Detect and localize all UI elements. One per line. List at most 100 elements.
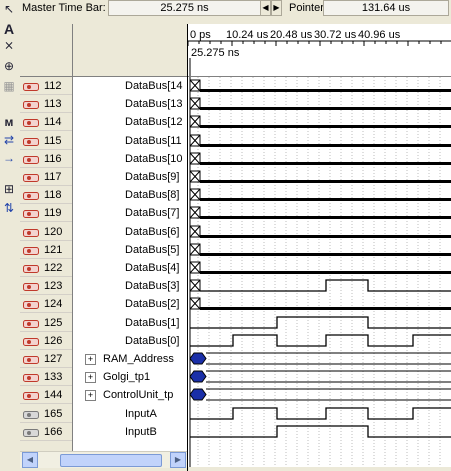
waveform-controlunittp bbox=[189, 388, 451, 401]
signal-name[interactable]: DataBus[11 bbox=[125, 134, 186, 148]
pointer-label: Pointer: bbox=[289, 2, 327, 14]
waveform-edit-icon[interactable]: ⨯ bbox=[0, 36, 18, 54]
waveform-databus10 bbox=[189, 152, 451, 165]
signal-trace bbox=[190, 316, 451, 329]
node-id: 133 bbox=[44, 371, 63, 383]
signal-name[interactable]: DataBus[4] bbox=[125, 261, 186, 275]
ruler-tick-label: 10.24 us bbox=[226, 29, 269, 41]
ruler-tick-label: 40.96 us bbox=[358, 29, 401, 41]
row-divider bbox=[20, 221, 72, 222]
waveform-databus1 bbox=[190, 316, 451, 329]
expand-group-button[interactable]: + bbox=[85, 354, 96, 365]
prev-transition-button[interactable]: ◀ bbox=[260, 0, 271, 16]
signal-name[interactable]: ControlUnit_tp bbox=[103, 388, 186, 402]
signal-name[interactable]: DataBus[0] bbox=[125, 334, 186, 348]
row-divider bbox=[20, 185, 72, 186]
time-ruler[interactable]: 0 ps 10.24 us 20.48 us 30.72 us 40.96 us 25.2… bbox=[188, 24, 451, 77]
signal-name[interactable]: InputB bbox=[125, 425, 186, 439]
row-divider bbox=[20, 312, 72, 313]
copy-icon[interactable]: ▦ bbox=[0, 77, 18, 95]
row-divider bbox=[20, 349, 72, 350]
node-id: 123 bbox=[44, 280, 63, 292]
name-column-header bbox=[20, 24, 187, 77]
signal-name[interactable]: DataBus[6] bbox=[125, 225, 186, 239]
signal-name[interactable]: DataBus[9] bbox=[125, 170, 186, 184]
row-divider bbox=[20, 422, 72, 423]
signal-name[interactable]: DataBus[3] bbox=[125, 279, 186, 293]
input-pin-icon bbox=[23, 118, 39, 127]
signal-name[interactable]: DataBus[2] bbox=[125, 297, 186, 311]
signal-name[interactable]: DataBus[12 bbox=[125, 115, 186, 129]
signal-name[interactable]: DataBus[10 bbox=[125, 152, 186, 166]
node-id: 122 bbox=[44, 262, 63, 274]
waveform-ramaddress bbox=[189, 352, 451, 365]
pointer-icon[interactable]: ↖ bbox=[0, 0, 18, 18]
bus-transition bbox=[189, 388, 207, 401]
find-icon[interactable]: ᴍ bbox=[0, 113, 18, 131]
arrow-icon[interactable]: → bbox=[0, 149, 18, 167]
row-divider bbox=[20, 403, 72, 404]
node-id: 144 bbox=[44, 389, 63, 401]
node-id: 126 bbox=[44, 335, 63, 347]
input-pin-icon bbox=[23, 282, 39, 291]
input-pin-icon bbox=[23, 246, 39, 255]
cursor-time-label: 25.275 ns bbox=[191, 47, 240, 59]
replace-icon[interactable]: ⇄ bbox=[0, 131, 18, 149]
row-divider bbox=[20, 203, 72, 204]
node-id: 127 bbox=[44, 353, 63, 365]
expand-group-button[interactable]: + bbox=[85, 390, 96, 401]
bus-trace bbox=[206, 370, 451, 383]
master-time-field[interactable]: 25.275 ns bbox=[108, 0, 261, 16]
waveform-databus4 bbox=[189, 261, 451, 274]
signal-trace bbox=[190, 407, 451, 420]
signal-name[interactable]: DataBus[8] bbox=[125, 188, 186, 202]
node-id: 166 bbox=[44, 426, 63, 438]
waveform-toolbar: ↖ A ⨯ ⊕ ▦ ᴍ ⇄ → ⊞ ⇅ bbox=[0, 2, 20, 471]
waveform-graphic bbox=[189, 77, 451, 467]
signal-name[interactable]: DataBus[5] bbox=[125, 243, 186, 257]
group-icon[interactable]: ⊞ bbox=[0, 180, 18, 198]
signal-trace bbox=[190, 334, 451, 347]
node-id: 124 bbox=[44, 298, 63, 310]
scroll-right-button[interactable]: ▶ bbox=[170, 452, 186, 468]
input-pin-icon bbox=[23, 264, 39, 273]
expand-group-button[interactable]: + bbox=[85, 372, 96, 383]
node-id: 125 bbox=[44, 317, 63, 329]
signal-name[interactable]: InputA bbox=[125, 407, 186, 421]
input-pin-icon bbox=[23, 100, 39, 109]
input-pin-icon bbox=[23, 391, 39, 400]
input-pin-icon bbox=[23, 209, 39, 218]
waveform-databus11 bbox=[189, 134, 451, 147]
scrollbar-thumb[interactable] bbox=[60, 454, 162, 467]
row-divider bbox=[20, 440, 72, 441]
row-divider bbox=[20, 130, 72, 131]
horizontal-scrollbar[interactable]: ◀ ▶ bbox=[20, 451, 187, 468]
bus-transition bbox=[189, 370, 207, 383]
row-divider bbox=[20, 258, 72, 259]
row-divider bbox=[20, 294, 72, 295]
input-pin-icon bbox=[23, 155, 39, 164]
signal-name[interactable]: DataBus[14 bbox=[125, 79, 186, 93]
input-pin-icon bbox=[23, 173, 39, 182]
node-id: 117 bbox=[44, 171, 62, 183]
waveform-databus12 bbox=[189, 115, 451, 128]
node-id: 120 bbox=[44, 226, 63, 238]
scroll-left-button[interactable]: ◀ bbox=[22, 452, 38, 468]
sort-icon[interactable]: ⇅ bbox=[0, 199, 18, 217]
node-id: 118 bbox=[44, 189, 62, 201]
signal-name[interactable]: DataBus[1] bbox=[125, 316, 186, 330]
zoom-icon[interactable]: ⊕ bbox=[0, 57, 18, 75]
signal-name[interactable]: DataBus[7] bbox=[125, 206, 186, 220]
bus-trace bbox=[206, 352, 451, 365]
signal-name[interactable]: DataBus[13 bbox=[125, 97, 186, 111]
next-transition-button[interactable]: ▶ bbox=[271, 0, 282, 16]
input-pin-icon bbox=[23, 300, 39, 309]
waveform-databus13 bbox=[189, 97, 451, 110]
waveform-inputb bbox=[190, 425, 451, 438]
waveform-databus5 bbox=[189, 243, 451, 256]
waveform-pane[interactable] bbox=[188, 77, 451, 467]
row-divider bbox=[20, 149, 72, 150]
signal-name[interactable]: RAM_Address bbox=[103, 352, 186, 366]
signal-name[interactable]: Golgi_tp1 bbox=[103, 370, 186, 384]
waveform-databus7 bbox=[189, 206, 451, 219]
